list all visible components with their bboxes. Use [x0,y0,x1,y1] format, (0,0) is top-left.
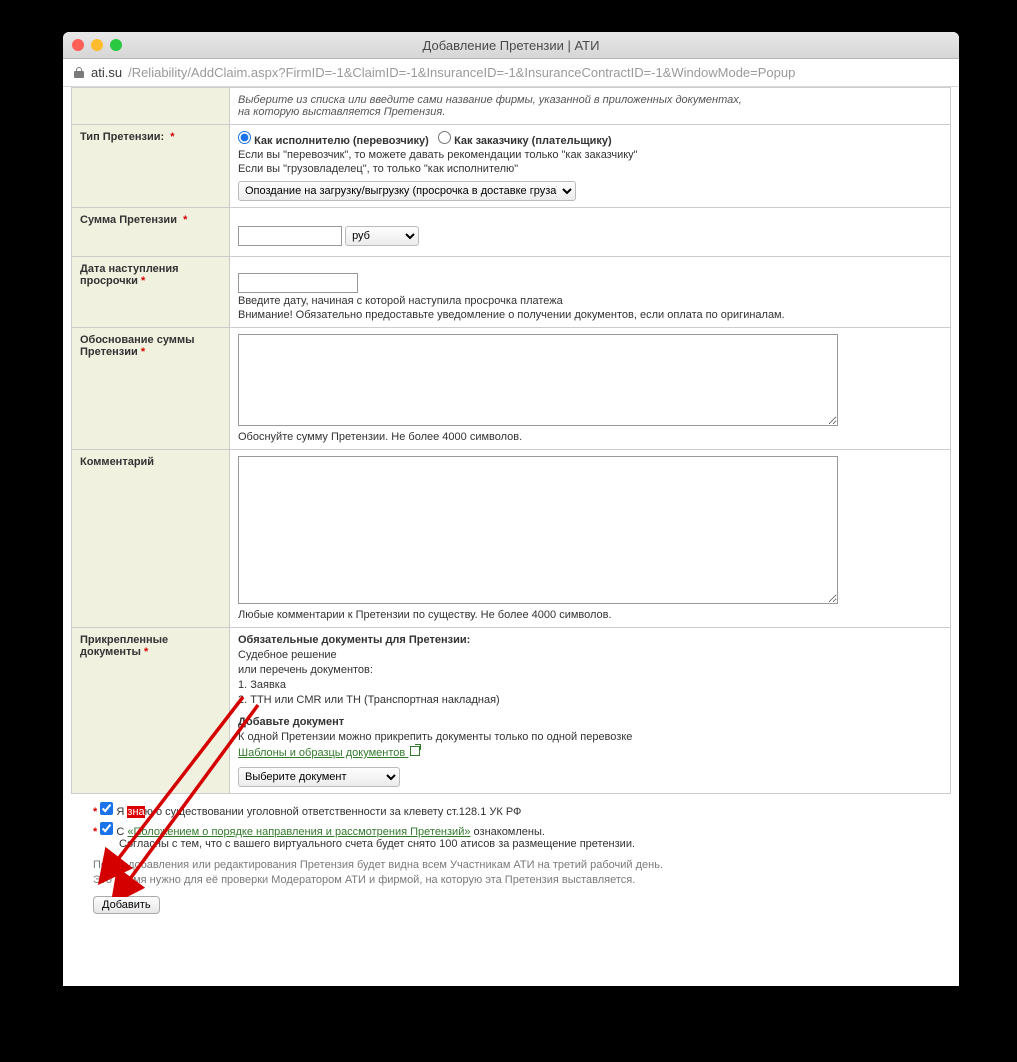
templates-link[interactable]: Шаблоны и образцы документов [238,747,408,759]
liability-checkbox[interactable] [100,802,113,815]
radio-customer-input[interactable] [438,131,451,144]
address-bar[interactable]: ati.su/Reliability/AddClaim.aspx?FirmID=… [63,59,959,87]
rules-prefix: С [116,826,127,838]
doc-select[interactable]: Выберите документ [238,767,400,787]
note-2: Это время нужно для её проверки Модерато… [93,874,635,886]
date-hint-2: Внимание! Обязательно предоставьте уведо… [238,309,942,321]
window-title: Добавление Претензии | АТИ [63,38,959,53]
reason-textarea[interactable] [238,334,838,426]
firm-hint-1: Выберите из списка или введите сами назв… [238,94,742,106]
bottom-block: * Я знаю о существовании уголовной ответ… [63,794,959,928]
claim-type-select[interactable]: Опоздание на загрузку/выгрузку (просрочк… [238,181,576,201]
rules-line2: Согласны с тем, что с вашего виртуальног… [119,838,929,850]
rules-link[interactable]: «Положением о порядке направления и расс… [127,826,470,838]
rules-checkbox[interactable] [100,822,113,835]
comment-textarea[interactable] [238,456,838,604]
liability-text-prefix: Я [116,806,127,818]
url-path: /Reliability/AddClaim.aspx?FirmID=-1&Cla… [128,65,795,80]
docs-head-2: Добавьте документ [238,716,942,728]
reason-hint: Обоснуйте сумму Претензии. Не более 4000… [238,431,942,443]
comment-label: Комментарий [80,456,154,468]
date-label: Дата наступления просрочки [80,263,179,287]
firm-hint-2: на которую выставляется Претензия. [238,106,445,118]
docs-head-1: Обязательные документы для Претензии: [238,634,942,646]
comment-hint: Любые комментарии к Претензии по существ… [238,609,942,621]
date-input[interactable] [238,273,358,293]
sum-label: Сумма Претензии [80,214,177,226]
external-link-icon [410,746,420,756]
rules-suffix: ознакомлены. [470,826,544,838]
liability-text: ю о существовании уголовной ответственно… [145,806,522,818]
url-host: ati.su [91,65,122,80]
docs-line-5: К одной Претензии можно прикрепить докум… [238,731,942,743]
liability-hidden-word: зна [127,806,144,818]
docs-line-1: Судебное решение [238,649,942,661]
titlebar: Добавление Претензии | АТИ [63,32,959,59]
claim-type-label: Тип Претензии: [80,131,164,143]
sum-input[interactable] [238,226,342,246]
radio-customer[interactable]: Как заказчику (плательщику) [438,135,612,147]
type-hint-2: Если вы "грузовладелец", то только "как … [238,163,942,175]
docs-line-3: 1. Заявка [238,679,942,691]
docs-line-2: или перечень документов: [238,664,942,676]
add-button[interactable]: Добавить [93,896,160,914]
docs-label: Прикрепленные документы [80,634,168,658]
reason-label: Обоснование суммы Претензии [80,334,194,358]
browser-window: Добавление Претензии | АТИ ati.su/Reliab… [63,32,959,986]
note-1: После добавления или редактирования Прет… [93,859,663,871]
page-content: Выберите из списка или введите сами назв… [63,87,959,986]
radio-executor-input[interactable] [238,131,251,144]
claim-form-table: Выберите из списка или введите сами назв… [71,87,951,794]
lock-icon [73,67,85,79]
radio-executor[interactable]: Как исполнителю (перевозчику) [238,135,429,147]
currency-select[interactable]: руб [345,226,419,246]
date-hint-1: Введите дату, начиная с которой наступил… [238,295,942,307]
docs-line-4: 2. ТТН или CMR или ТН (Транспортная накл… [238,694,942,706]
type-hint-1: Если вы "перевозчик", то можете давать р… [238,149,942,161]
